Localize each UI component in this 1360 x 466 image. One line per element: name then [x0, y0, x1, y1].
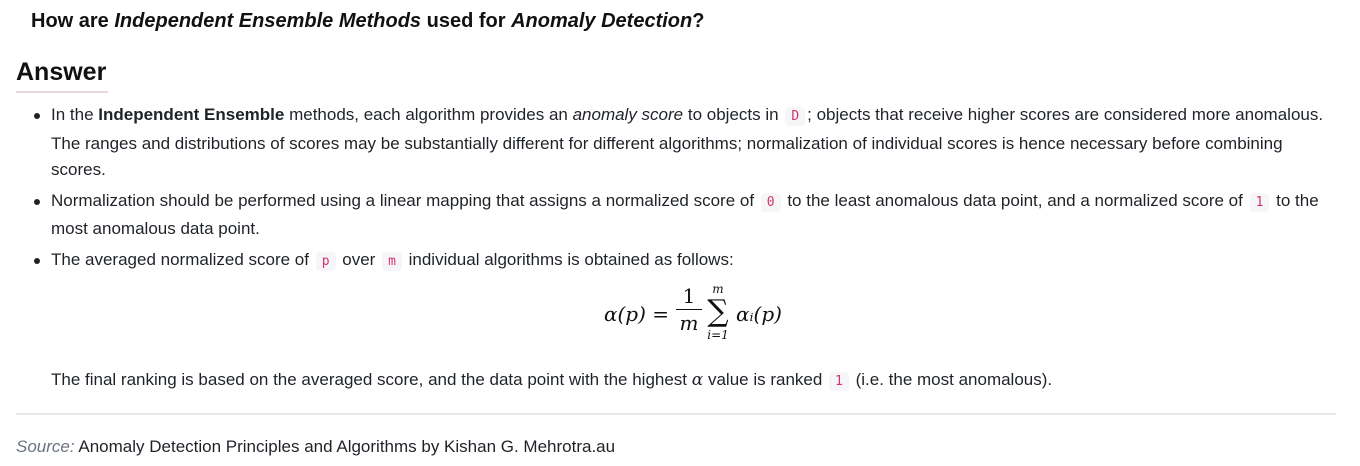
- sigma-symbol: ∑: [707, 294, 729, 329]
- bullet-item: Normalization should be performed using …: [34, 188, 1341, 243]
- question-title: How are Independent Ensemble Methods use…: [31, 10, 704, 33]
- bold-term: Independent Ensemble: [98, 105, 285, 124]
- text: to objects in: [683, 105, 784, 124]
- answer-underline: [16, 91, 108, 93]
- text: methods, each algorithm provides an: [284, 105, 573, 124]
- question-text: How are: [31, 10, 115, 32]
- source-label: Source:: [16, 437, 75, 456]
- answer-heading: Answer: [16, 58, 107, 86]
- final-ranking-text: The final ranking is based on the averag…: [51, 367, 1052, 395]
- text: Normalization should be performed using …: [51, 190, 759, 210]
- text: value is ranked: [703, 370, 828, 389]
- source-citation: Source: Anomaly Detection Principles and…: [16, 437, 615, 457]
- question-emphasis: Independent Ensemble Methods: [114, 10, 422, 32]
- text: to the least anomalous data point, and a…: [782, 190, 1248, 210]
- bullet-item: In the Independent Ensemble methods, eac…: [34, 102, 1341, 184]
- inline-code: 1: [1249, 192, 1270, 212]
- text: (i.e. the most anomalous).: [850, 370, 1053, 389]
- text: The averaged normalized score of: [51, 249, 314, 269]
- question-emphasis: Anomaly Detection: [511, 10, 693, 32]
- alpha-symbol: α: [691, 370, 704, 390]
- text: individual algorithms is obtained as fol…: [403, 249, 734, 269]
- inline-code: p: [315, 251, 336, 271]
- sum-lower-limit: i=1: [707, 328, 729, 342]
- fraction-bar: [676, 309, 702, 310]
- bullet-item: The averaged normalized score of p over …: [34, 247, 1341, 276]
- fraction-denominator: m: [679, 311, 699, 335]
- divider: [16, 413, 1336, 415]
- text: In the: [51, 105, 99, 124]
- fraction-numerator: 1: [682, 284, 696, 308]
- question-text: used for: [421, 10, 512, 32]
- inline-code: D: [785, 107, 806, 126]
- text: over: [337, 249, 381, 269]
- formula-fraction: 1 m: [676, 284, 702, 335]
- source-text: Anomaly Detection Principles and Algorit…: [74, 437, 616, 456]
- inline-code: 1: [829, 372, 849, 391]
- answer-bullet-list: In the Independent Ensemble methods, eac…: [34, 102, 1341, 279]
- formula-lhs: α(p) =: [604, 302, 670, 326]
- formula-rhs: αᵢ(p): [736, 302, 782, 326]
- summation: m ∑ i=1: [702, 282, 734, 342]
- emphasis-term: anomaly score: [572, 105, 684, 124]
- text: The final ranking is based on the averag…: [51, 370, 692, 389]
- question-text: ?: [692, 10, 705, 32]
- inline-code: 0: [760, 192, 781, 212]
- inline-code: m: [382, 251, 402, 271]
